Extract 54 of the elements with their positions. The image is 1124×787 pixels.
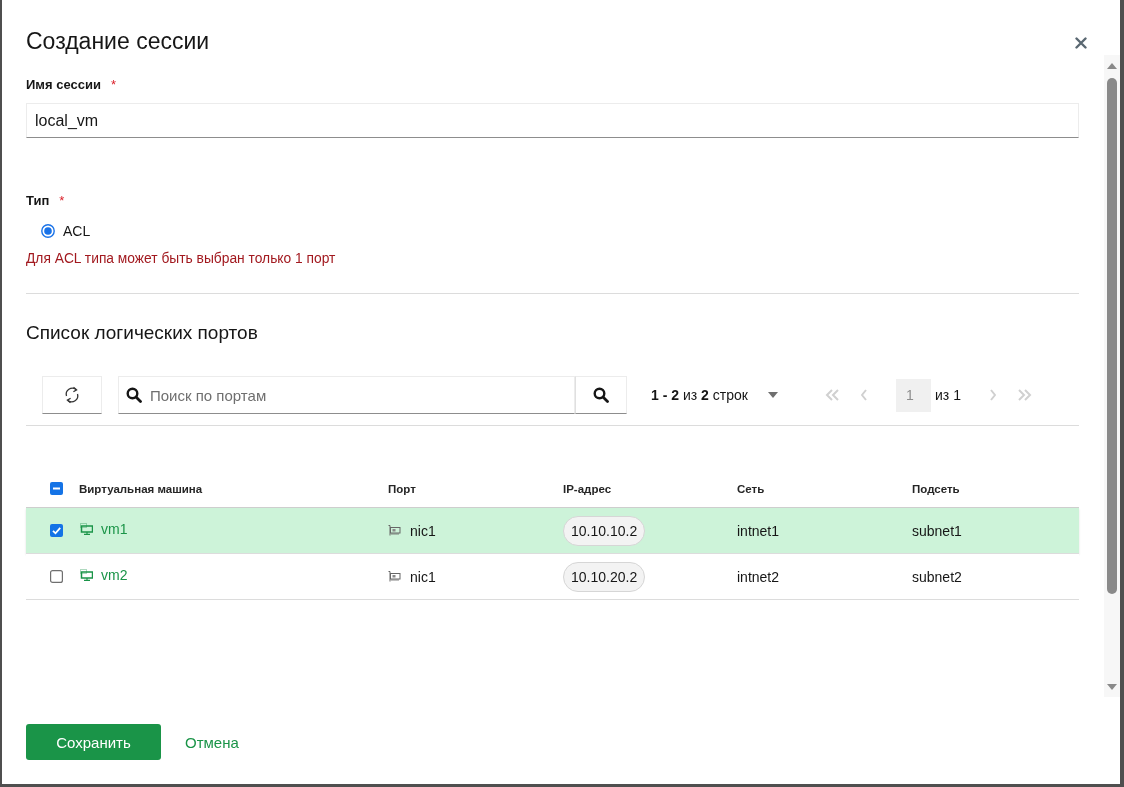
row-checkbox[interactable] xyxy=(49,524,63,537)
column-header: Виртуальная машина xyxy=(79,482,203,495)
table-cell: subnet2 xyxy=(912,568,962,585)
select-all-checkbox[interactable] xyxy=(49,482,63,495)
save-button[interactable]: Сохранить xyxy=(26,724,161,760)
required-mark: * xyxy=(59,192,65,208)
cancel-link[interactable]: Отмена xyxy=(177,729,247,755)
monitor-icon xyxy=(80,522,93,535)
monitor-icon xyxy=(80,568,93,581)
row-checkbox[interactable] xyxy=(49,570,63,583)
dialog-title: Создание сессии xyxy=(26,26,210,55)
column-header: Подсеть xyxy=(912,482,960,495)
table-cell: intnet1 xyxy=(737,522,780,539)
close-icon[interactable] xyxy=(1075,36,1087,49)
row-count-text: 1 - 2 из 2 строк xyxy=(651,387,749,403)
field-label: Тип xyxy=(26,192,50,208)
section-title: Список логических портов xyxy=(26,321,258,345)
network-card-icon xyxy=(388,525,401,536)
search-icon xyxy=(126,387,142,403)
caret-down-icon[interactable] xyxy=(768,392,778,398)
scrollbar[interactable] xyxy=(1104,55,1120,697)
vm-link[interactable]: vm1 xyxy=(101,520,128,537)
page-total-text: из 1 xyxy=(935,387,961,403)
column-header: Порт xyxy=(388,482,416,495)
table-cell: subnet1 xyxy=(912,522,962,539)
refresh-icon xyxy=(63,385,81,405)
double-chevron-right-icon xyxy=(1017,389,1032,401)
column-header: IP-адрес xyxy=(563,482,612,495)
scroll-down-icon[interactable] xyxy=(1107,684,1117,690)
search-field[interactable]: Поиск по портам xyxy=(118,376,575,414)
chevron-left-icon xyxy=(861,389,867,401)
hint-text: Для ACL типа может быть выбран только 1 порт xyxy=(26,251,336,267)
table-cell: nic1 xyxy=(410,568,436,585)
search-button[interactable] xyxy=(575,376,627,414)
search-icon xyxy=(593,387,609,403)
page-number-field[interactable]: 1 xyxy=(896,378,931,412)
required-mark: * xyxy=(110,76,116,92)
radio-button[interactable] xyxy=(41,224,55,238)
double-chevron-left-icon xyxy=(825,389,839,401)
chevron-right-icon xyxy=(989,389,996,401)
scroll-up-icon[interactable] xyxy=(1107,63,1117,69)
vm-link[interactable]: vm2 xyxy=(101,566,128,583)
column-header: Сеть xyxy=(737,482,765,495)
network-card-icon xyxy=(388,571,401,582)
ip-address-tag: 10.10.20.2 xyxy=(563,561,646,592)
ip-address-tag: 10.10.10.2 xyxy=(563,515,646,546)
field-label: Имя сессии xyxy=(26,76,101,92)
scrollbar-thumb[interactable] xyxy=(1107,78,1117,594)
session-name-input[interactable]: local_vm xyxy=(26,103,1079,138)
refresh-button[interactable] xyxy=(42,376,102,414)
table-row[interactable]: vm1 nic1 10.10.10.2 intnet1 subnet1 xyxy=(26,508,1079,554)
table-cell: intnet2 xyxy=(737,568,780,585)
table-cell: nic1 xyxy=(410,522,436,539)
radio-label: ACL xyxy=(63,223,91,239)
